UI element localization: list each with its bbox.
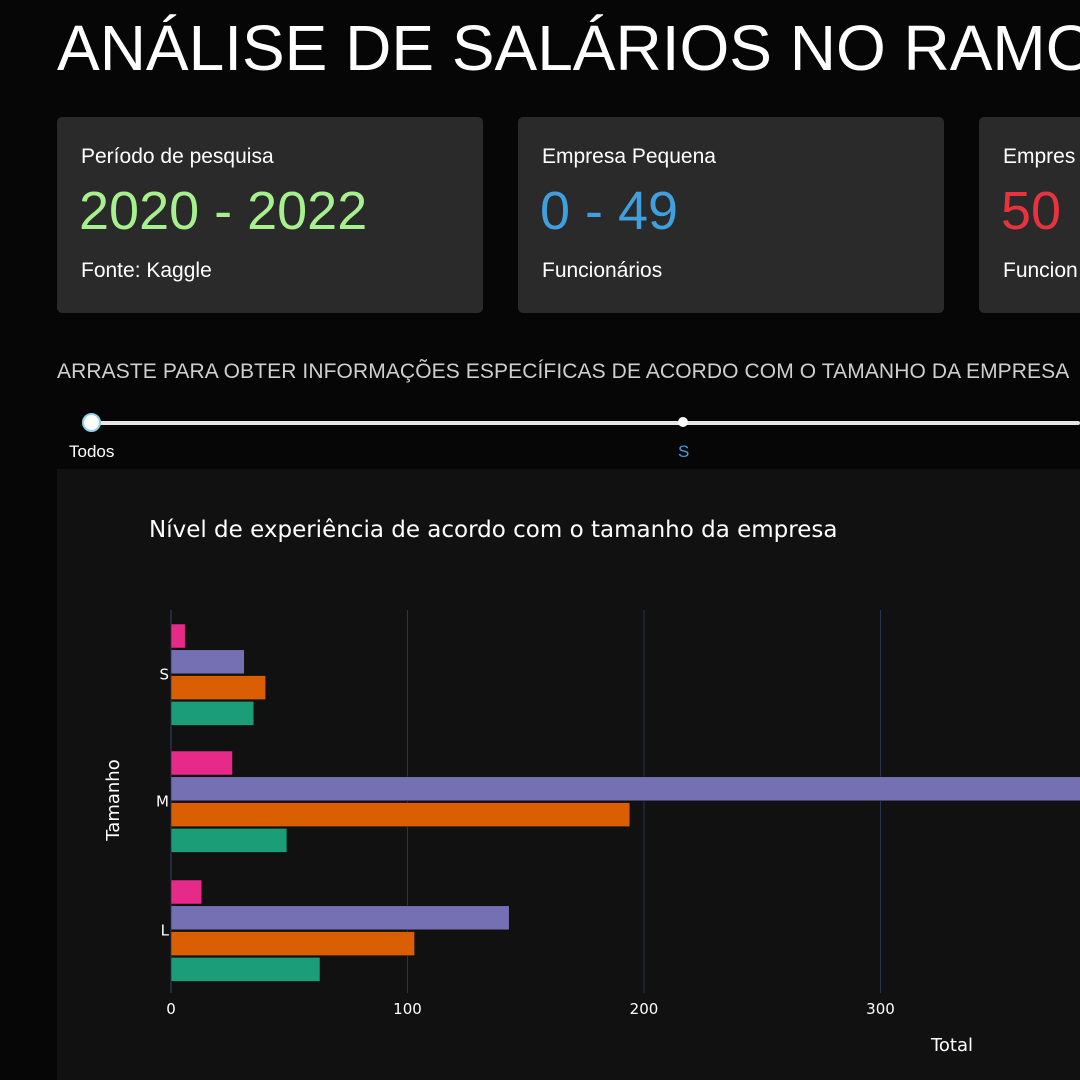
y-tick-label: S (159, 666, 169, 684)
card-footer: Funcion (1003, 259, 1078, 282)
bar (170, 701, 255, 726)
company-size-slider-track[interactable] (91, 421, 1080, 425)
bar (170, 649, 245, 675)
bar (170, 776, 1080, 802)
card-medium-company: Empres 50 Funcion (979, 117, 1080, 313)
card-label: Empres (1003, 145, 1076, 168)
x-tick-label: 0 (166, 1000, 176, 1018)
card-footer: Fonte: Kaggle (81, 259, 212, 282)
bar (170, 931, 415, 956)
bar (170, 905, 510, 931)
slider-mark-dot[interactable] (678, 417, 688, 427)
bar-chart: S M L 0 100 200 300 Total Tamanho (103, 610, 1080, 1056)
bar (170, 802, 631, 827)
bar (170, 675, 266, 700)
y-tick-label: M (156, 793, 169, 811)
bar (170, 828, 288, 853)
x-tick-label: 100 (393, 1000, 422, 1018)
x-tick-label: 200 (630, 1000, 659, 1018)
card-research-period: Período de pesquisa 2020 - 2022 Fonte: K… (57, 117, 483, 313)
card-footer: Funcionários (542, 259, 663, 282)
bar (170, 879, 202, 905)
card-value: 50 (1001, 181, 1062, 241)
page-title: ANÁLISE DE SALÁRIOS NO RAMO (57, 12, 1080, 84)
slider-instruction: ARRASTE PARA OBTER INFORMAÇÕES ESPECÍFIC… (57, 360, 1070, 383)
dashboard-page: ANÁLISE DE SALÁRIOS NO RAMO Período de p… (0, 0, 1080, 1080)
chart-title: Nível de experiência de acordo com o tam… (149, 517, 838, 543)
slider-handle[interactable] (82, 413, 101, 432)
y-axis-title: Tamanho (103, 759, 124, 841)
y-tick-label: L (161, 922, 170, 940)
card-value: 2020 - 2022 (79, 181, 368, 241)
bar (170, 957, 321, 982)
bar (170, 750, 233, 776)
bar (170, 623, 186, 649)
card-small-company: Empresa Pequena 0 - 49 Funcionários (518, 117, 944, 313)
card-label: Empresa Pequena (542, 145, 716, 168)
x-axis-title: Total (930, 1035, 973, 1056)
experience-chart-panel: S M L 0 100 200 300 Total Tamanho Nível de exper… (57, 469, 1080, 1080)
slider-mark-label-s[interactable]: S (678, 442, 689, 462)
slider-mark-label-todos[interactable]: Todos (69, 442, 114, 462)
card-label: Período de pesquisa (81, 145, 274, 168)
x-tick-label: 300 (866, 1000, 895, 1018)
card-value: 0 - 49 (540, 181, 679, 241)
